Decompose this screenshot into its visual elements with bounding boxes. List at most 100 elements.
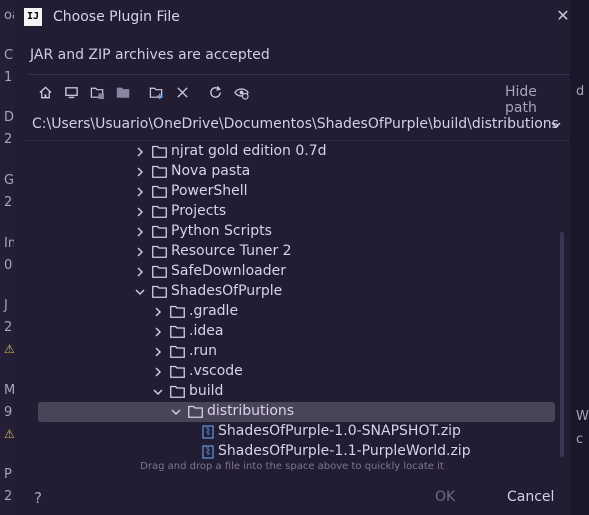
tree-item-label: ShadesOfPurple-1.1-PurpleWorld.zip bbox=[218, 443, 471, 459]
tree-file-item[interactable]: ShadesOfPurple-1.1-PurpleWorld.zip bbox=[25, 442, 555, 461]
desktop-icon[interactable] bbox=[62, 82, 80, 102]
tree-folder-item[interactable]: Python Scripts bbox=[25, 222, 555, 242]
title-bar: IJ Choose Plugin File ✕ bbox=[14, 0, 570, 36]
tree-folder-item[interactable]: Resource Tuner 2 bbox=[25, 242, 555, 262]
vertical-scrollbar[interactable] bbox=[560, 232, 564, 457]
ok-button[interactable]: OK bbox=[435, 489, 455, 505]
close-icon[interactable]: ✕ bbox=[553, 6, 573, 26]
tree-item-label: PowerShell bbox=[171, 183, 248, 199]
file-tree: njrat gold edition 0.7d Nova pasta PowerSh… bbox=[25, 140, 569, 461]
tree-item-label: njrat gold edition 0.7d bbox=[171, 143, 327, 159]
chevron-right-icon[interactable] bbox=[134, 146, 146, 158]
bg-text: C bbox=[4, 48, 14, 63]
zip-archive-icon bbox=[202, 425, 214, 439]
bg-text: 2 bbox=[4, 489, 13, 504]
new-folder-icon[interactable] bbox=[147, 82, 165, 102]
help-button[interactable]: ? bbox=[34, 489, 42, 507]
chevron-right-icon[interactable] bbox=[152, 326, 164, 338]
bg-text: 2 bbox=[4, 132, 13, 147]
background-window-right: d W c bbox=[570, 0, 589, 515]
tree-folder-item[interactable]: .vscode bbox=[25, 362, 555, 382]
cancel-button[interactable]: Cancel bbox=[507, 489, 554, 505]
tree-folder-item[interactable]: .gradle bbox=[25, 302, 555, 322]
chevron-down-icon[interactable] bbox=[549, 118, 563, 132]
bg-text: d bbox=[576, 84, 585, 99]
folder-icon bbox=[152, 205, 167, 218]
folder-icon bbox=[152, 145, 167, 158]
tree-item-label: distributions bbox=[207, 403, 295, 419]
tree-folder-item[interactable]: build bbox=[25, 382, 555, 402]
tree-item-label: .vscode bbox=[189, 363, 243, 379]
chevron-right-icon[interactable] bbox=[152, 306, 164, 318]
background-window-left: oad C 1 D 2 G 2 In 0 J 2 ⚠ M 9 ⚠ P 2 bbox=[0, 0, 28, 515]
tree-item-label: ShadesOfPurple-1.0-SNAPSHOT.zip bbox=[218, 423, 461, 439]
bg-text: G bbox=[4, 173, 15, 188]
folder-icon bbox=[152, 265, 167, 278]
tree-item-label: .gradle bbox=[189, 303, 239, 319]
tree-folder-item[interactable]: distributions bbox=[38, 402, 555, 422]
tree-folder-item[interactable]: ShadesOfPurple bbox=[25, 282, 555, 302]
project-icon[interactable] bbox=[88, 82, 106, 102]
divider bbox=[28, 74, 570, 75]
chevron-right-icon[interactable] bbox=[134, 266, 146, 278]
tree-item-label: build bbox=[189, 383, 224, 399]
chevron-right-icon[interactable] bbox=[134, 206, 146, 218]
chevron-right-icon[interactable] bbox=[134, 246, 146, 258]
tree-item-label: .run bbox=[189, 343, 217, 359]
chevron-right-icon[interactable] bbox=[134, 166, 146, 178]
delete-icon[interactable] bbox=[173, 82, 191, 102]
folder-icon bbox=[188, 405, 203, 418]
chevron-down-icon[interactable] bbox=[152, 386, 164, 398]
hide-path-link[interactable]: Hide path bbox=[505, 84, 570, 116]
tree-item-label: SafeDownloader bbox=[171, 263, 286, 279]
bg-text: 2 bbox=[4, 320, 13, 335]
chevron-right-icon[interactable] bbox=[134, 186, 146, 198]
tree-folder-item[interactable]: .run bbox=[25, 342, 555, 362]
folder-icon bbox=[170, 305, 185, 318]
tree-file-item[interactable]: ShadesOfPurple-1.0-SNAPSHOT.zip bbox=[25, 422, 555, 442]
folder-icon bbox=[170, 345, 185, 358]
chevron-right-icon[interactable] bbox=[152, 346, 164, 358]
chevron-down-icon[interactable] bbox=[170, 406, 182, 418]
tree-item-label: Python Scripts bbox=[171, 223, 272, 239]
tree-folder-item[interactable]: Projects bbox=[25, 202, 555, 222]
tree-item-label: .idea bbox=[189, 323, 224, 339]
bg-text: 2 bbox=[4, 195, 13, 210]
tree-folder-item[interactable]: Nova pasta bbox=[25, 162, 555, 182]
tree-folder-item[interactable]: PowerShell bbox=[25, 182, 555, 202]
bg-text: J bbox=[4, 298, 8, 313]
refresh-icon[interactable] bbox=[206, 82, 224, 102]
tree-item-label: Nova pasta bbox=[171, 163, 251, 179]
dialog-title: Choose Plugin File bbox=[53, 9, 180, 25]
chevron-down-icon[interactable] bbox=[134, 286, 146, 298]
tree-item-label: Projects bbox=[171, 203, 227, 219]
bg-text: 1 bbox=[4, 70, 13, 85]
tree-folder-item[interactable]: SafeDownloader bbox=[25, 262, 555, 282]
tree-item-label: Resource Tuner 2 bbox=[171, 243, 292, 259]
chevron-right-icon[interactable] bbox=[134, 226, 146, 238]
intellij-app-icon: IJ bbox=[24, 8, 42, 26]
chevron-right-icon[interactable] bbox=[152, 366, 164, 378]
module-icon[interactable] bbox=[114, 82, 132, 102]
tree-folder-item[interactable]: njrat gold edition 0.7d bbox=[25, 142, 555, 162]
tree-item-label: ShadesOfPurple bbox=[171, 283, 283, 299]
folder-icon bbox=[152, 225, 167, 238]
folder-icon bbox=[152, 165, 167, 178]
show-hidden-icon[interactable] bbox=[232, 82, 250, 102]
dialog-subtitle: JAR and ZIP archives are accepted bbox=[30, 47, 270, 63]
folder-icon bbox=[152, 245, 167, 258]
folder-icon bbox=[152, 185, 167, 198]
home-icon[interactable] bbox=[36, 82, 54, 102]
bg-text: P bbox=[4, 467, 12, 482]
bg-text: c bbox=[576, 432, 584, 447]
path-field[interactable]: C:\Users\Usuario\OneDrive\Documentos\Sha… bbox=[32, 114, 562, 136]
bg-text: 0 bbox=[4, 258, 13, 273]
tree-folder-item[interactable]: .idea bbox=[25, 322, 555, 342]
bg-text: 9 bbox=[4, 405, 13, 420]
bg-text: D bbox=[4, 110, 15, 125]
folder-icon bbox=[170, 325, 185, 338]
path-value: C:\Users\Usuario\OneDrive\Documentos\Sha… bbox=[32, 116, 559, 132]
folder-icon bbox=[170, 385, 185, 398]
drag-drop-hint: Drag and drop a file into the space abov… bbox=[140, 461, 444, 472]
bg-text: W bbox=[576, 409, 589, 424]
